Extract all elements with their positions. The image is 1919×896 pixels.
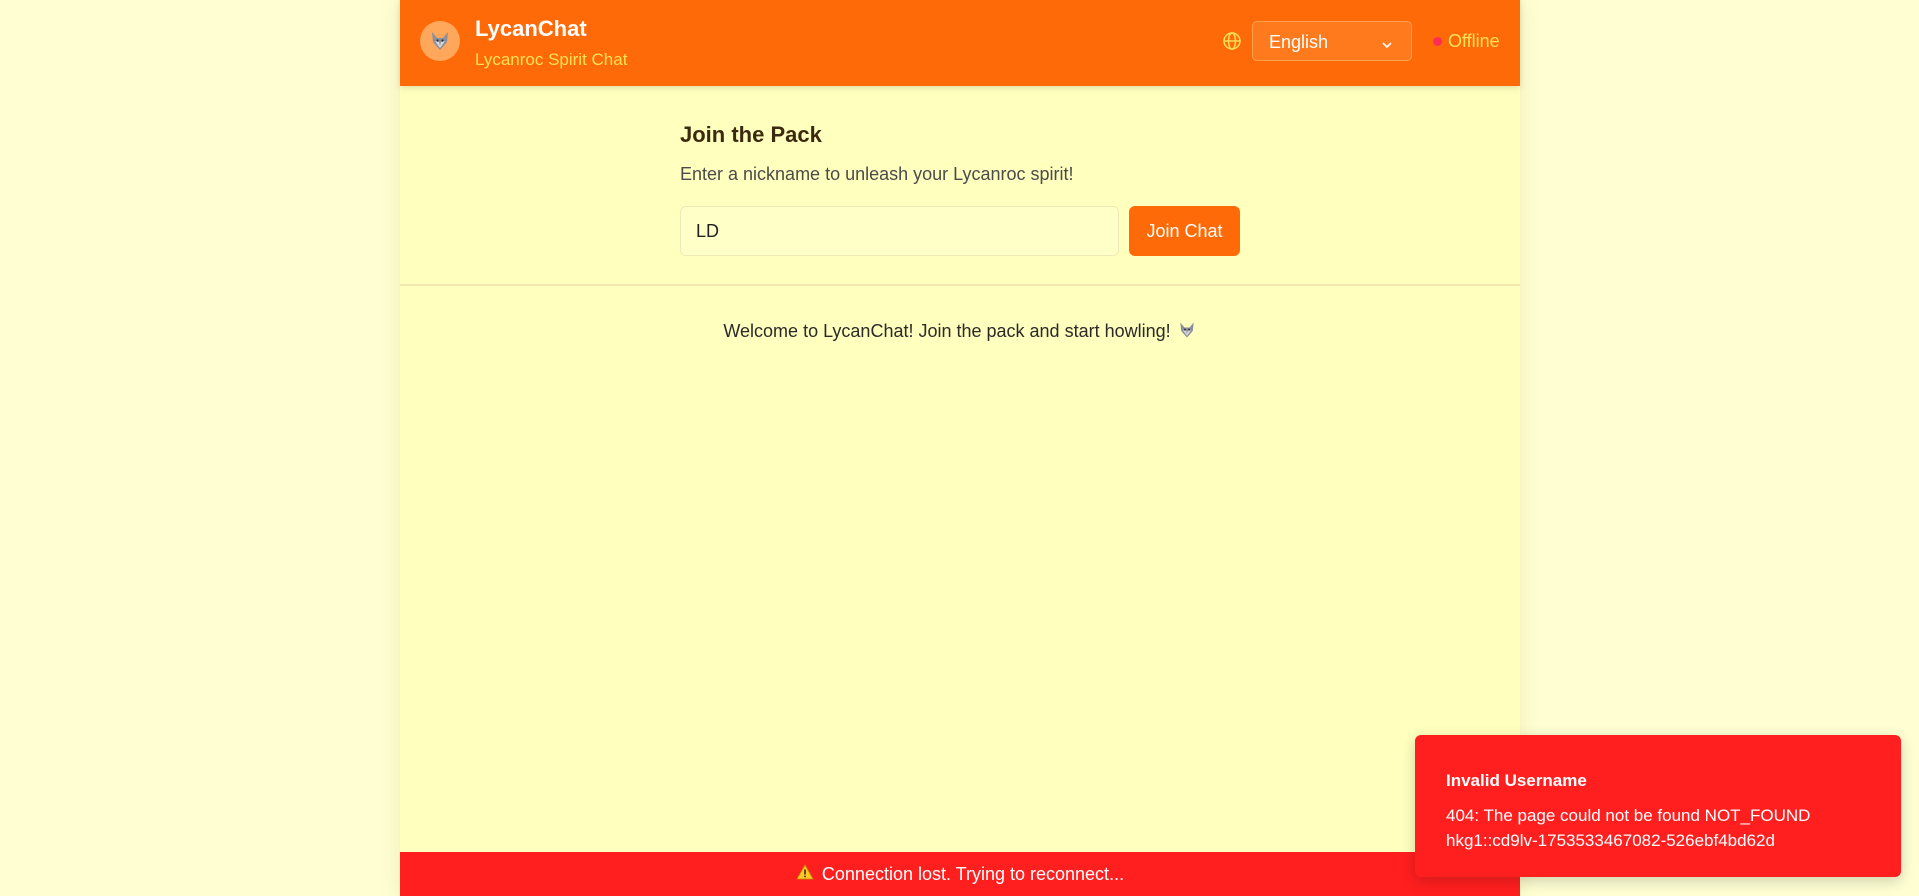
- error-toast[interactable]: Invalid Username 404: The page could not…: [1415, 735, 1901, 877]
- join-title: Join the Pack: [680, 122, 822, 147]
- welcome-message: Welcome to LycanChat! Join the pack and …: [400, 320, 1520, 345]
- app-subtitle: Lycanroc Spirit Chat: [475, 50, 628, 69]
- toast-message-line: hkg1::cd9lv-1753533467082-526ebf4bd62d: [1446, 831, 1775, 850]
- toast-message: 404: The page could not be found NOT_FOU…: [1446, 803, 1871, 853]
- connection-lost-banner: Connection lost. Trying to reconnect...: [400, 852, 1520, 896]
- connection-status: Offline: [1448, 31, 1500, 51]
- toast-message-line: 404: The page could not be found NOT_FOU…: [1446, 806, 1811, 825]
- app-title: LycanChat: [475, 16, 587, 41]
- globe-icon[interactable]: [1222, 31, 1242, 56]
- connection-lost-text: Connection lost. Trying to reconnect...: [821, 863, 1125, 884]
- status-dot-icon: [1433, 37, 1442, 46]
- wolf-icon: [420, 21, 460, 61]
- wolf-icon: [1177, 320, 1197, 345]
- toast-title: Invalid Username: [1446, 771, 1587, 790]
- join-panel: Join the Pack Enter a nickname to unleas…: [400, 86, 1520, 286]
- join-description: Enter a nickname to unleash your Lycanro…: [680, 164, 1074, 184]
- welcome-text: Welcome to LycanChat! Join the pack and …: [723, 321, 1171, 341]
- join-chat-button[interactable]: Join Chat: [1129, 206, 1240, 256]
- app-header: LycanChat Lycanroc Spirit Chat English O…: [400, 0, 1520, 86]
- chat-app: LycanChat Lycanroc Spirit Chat English O…: [400, 0, 1520, 896]
- nickname-input[interactable]: [680, 206, 1119, 256]
- warning-icon: [796, 863, 814, 885]
- language-select[interactable]: English: [1252, 21, 1412, 61]
- chevron-down-icon: [1381, 35, 1393, 56]
- language-select-value: English: [1269, 32, 1329, 52]
